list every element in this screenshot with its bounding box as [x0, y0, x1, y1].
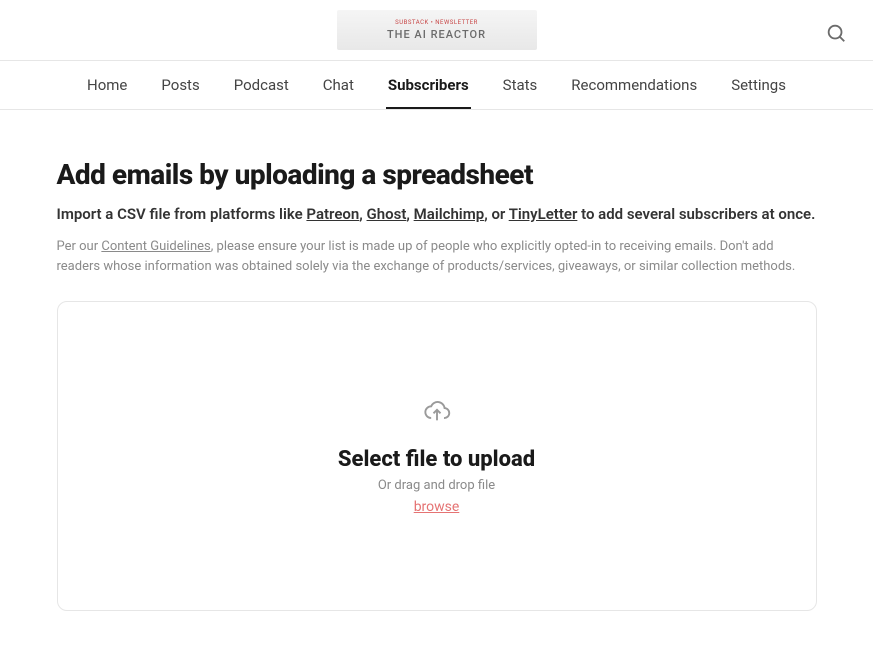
main-content: Add emails by uploading a spreadsheet Im…: [57, 110, 817, 651]
tab-settings[interactable]: Settings: [729, 62, 788, 108]
link-content-guidelines[interactable]: Content Guidelines: [101, 239, 210, 254]
link-patreon[interactable]: Patreon: [306, 205, 359, 223]
nav-tabs: Home Posts Podcast Chat Subscribers Stat…: [0, 60, 873, 110]
upload-cloud-icon: [423, 397, 451, 429]
logo-subtitle: SUBSTACK • NEWSLETTER: [395, 19, 478, 26]
tab-podcast[interactable]: Podcast: [232, 62, 291, 108]
link-ghost[interactable]: Ghost: [367, 205, 407, 223]
page-title: Add emails by uploading a spreadsheet: [57, 158, 817, 191]
tab-subscribers[interactable]: Subscribers: [386, 62, 471, 108]
logo-title: THE AI REACTOR: [387, 28, 486, 41]
tab-chat[interactable]: Chat: [321, 62, 356, 108]
dropzone-subtitle: Or drag and drop file: [378, 478, 495, 493]
tab-stats[interactable]: Stats: [501, 62, 540, 108]
guidelines-note: Per our Content Guidelines, please ensur…: [57, 237, 817, 277]
tab-posts[interactable]: Posts: [159, 62, 201, 108]
link-mailchimp[interactable]: Mailchimp: [414, 205, 485, 223]
intro-prefix: Import a CSV file from platforms like: [57, 205, 307, 223]
tab-home[interactable]: Home: [85, 62, 129, 108]
dropzone-title: Select file to upload: [338, 447, 535, 472]
intro-text: Import a CSV file from platforms like Pa…: [57, 205, 817, 223]
link-tinyletter[interactable]: TinyLetter: [509, 205, 578, 223]
search-icon[interactable]: [825, 22, 847, 48]
tab-recommendations[interactable]: Recommendations: [569, 62, 699, 108]
upload-dropzone[interactable]: Select file to upload Or drag and drop f…: [57, 301, 817, 611]
browse-link[interactable]: browse: [414, 499, 460, 515]
intro-suffix: to add several subscribers at once.: [577, 205, 815, 223]
logo[interactable]: SUBSTACK • NEWSLETTER THE AI REACTOR: [337, 10, 537, 50]
header: SUBSTACK • NEWSLETTER THE AI REACTOR: [0, 0, 873, 60]
